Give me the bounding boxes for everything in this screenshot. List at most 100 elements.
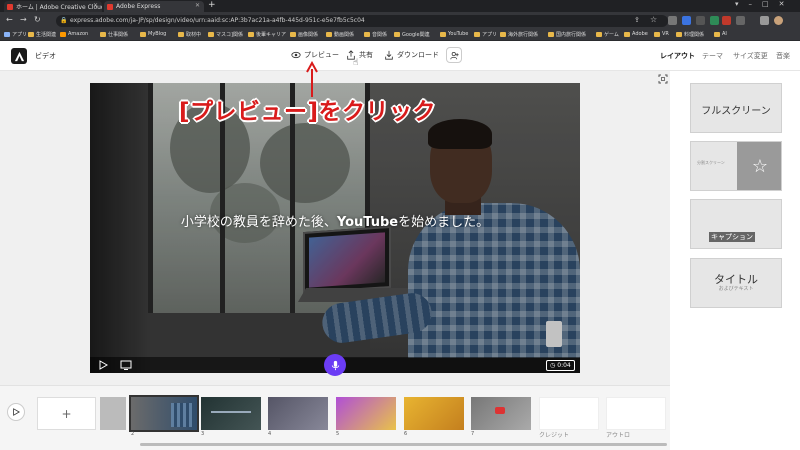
address-bar[interactable]: 🔒 express.adobe.com/ja-JP/sp/design/vide… [56,15,668,27]
star-icon: ☆ [737,142,781,190]
extension-icon[interactable] [696,16,705,25]
bookmark-item[interactable]: 国内旅行関係 [548,31,586,38]
preview-button[interactable]: プレビュー [291,50,339,60]
play-icon [13,408,20,416]
bookmark-item[interactable]: 音関係 [364,31,387,38]
tab-creative-cloud[interactable]: ホーム | Adobe Creative Cloud ✕ [4,1,102,12]
puzzle-icon[interactable] [736,16,745,25]
scene-thumbnail-3[interactable] [201,397,261,430]
callout-arrow-icon [306,61,318,97]
tab-adobe-express[interactable]: Adobe Express ✕ [104,1,204,12]
video-duration: ◷ 0:04 [546,360,575,371]
window-controls[interactable]: ▾–□✕ [735,0,795,8]
sidebar-icon[interactable] [760,16,769,25]
microphone-icon [331,360,339,370]
bookmark-item[interactable]: Adobe [624,31,648,37]
layout-split-screen[interactable]: 分割スクリーン ☆ [690,141,782,191]
outro-label: アウトロ [606,432,631,439]
download-button[interactable]: ダウンロード [384,50,439,60]
profile-avatar[interactable] [774,16,783,25]
scene-thumbnail-2[interactable] [129,395,199,432]
bookmark-item[interactable]: マスコ]関係 [208,31,243,38]
add-user-icon [449,51,459,59]
bookmark-item[interactable]: MyBlog [140,31,166,37]
fit-screen-icon[interactable] [658,74,668,84]
browser-toolbar: ← → ↻ 🔒 express.adobe.com/ja-JP/sp/desig… [0,12,800,30]
download-label: ダウンロード [397,51,439,59]
project-title[interactable]: ビデオ [35,51,56,61]
extension-icon[interactable] [682,16,691,25]
bookmark-item[interactable]: AI [714,31,727,37]
outro-thumbnail[interactable] [606,397,666,430]
share-label: 共有 [359,51,373,59]
extension-icon[interactable] [668,16,677,25]
reload-icon[interactable]: ↻ [34,15,41,24]
clock-icon: ◷ [550,362,556,369]
share-button[interactable]: 共有 [346,50,373,60]
share-page-icon[interactable]: ⇪ [634,16,640,24]
close-tab-icon[interactable]: ✕ [195,2,200,9]
tab-title: ホーム | Adobe Creative Cloud [16,4,102,11]
close-tab-icon[interactable]: ✕ [93,2,98,9]
scene-thumbnail-4[interactable] [268,397,328,430]
scene-number: 3 [201,431,205,437]
scene-number: 4 [268,431,272,437]
bookmark-item[interactable]: Google関連 [394,31,430,38]
screen-icon[interactable] [120,360,132,370]
bookmark-item[interactable]: 海外旅行関係 [500,31,538,38]
video-preview[interactable]: 小学校の教員を辞めた後、YouTubeを始めました。 [90,83,580,373]
bookmark-item[interactable]: 後輩キャリア [248,31,286,38]
extension-icon[interactable] [710,16,719,25]
eye-icon [291,51,301,59]
adobe-express-logo-icon[interactable] [11,48,27,64]
extension-icon[interactable] [722,16,731,25]
bookmark-item[interactable]: アプリ [474,31,497,38]
play-icon[interactable] [98,360,108,370]
url-text: express.adobe.com/ja-JP/sp/design/video/… [70,17,365,24]
mouse-cursor-icon: ☝ [353,58,359,68]
layout-fullscreen[interactable]: フルスクリーン [690,83,782,133]
new-tab-button[interactable]: + [208,0,216,10]
scene-thumbnail-7[interactable] [471,397,531,430]
scene-number: 2 [131,431,135,437]
bookmark-item[interactable]: 画像関係 [290,31,318,38]
tab-layout[interactable]: レイアウト [660,51,695,61]
bookmark-item[interactable]: 生活関連 [28,31,56,38]
back-icon[interactable]: ← [6,15,13,24]
play-all-button[interactable] [7,403,25,421]
preview-label: プレビュー [304,51,339,59]
scene-thumbnail-1[interactable] [100,397,126,430]
forward-icon[interactable]: → [20,15,27,24]
bookmark-item[interactable]: 料理関係 [676,31,704,38]
bookmark-item[interactable]: 仕事関係 [100,31,128,38]
tab-title: Adobe Express [116,3,161,10]
credit-label: クレジット [539,432,570,439]
credit-thumbnail[interactable] [539,397,599,430]
tab-theme[interactable]: テーマ [702,51,723,61]
record-mic-button[interactable] [324,354,346,376]
bookmark-item[interactable]: ゲーム [596,31,619,38]
bookmark-item[interactable]: YouTube [440,31,468,37]
invite-user-button[interactable] [446,47,462,63]
bookmark-item[interactable]: 取材中 [178,31,201,38]
bookmark-item[interactable]: アプリ [4,31,27,38]
scene-thumbnail-5[interactable] [336,397,396,430]
adobe-cc-favicon-icon [7,3,13,10]
tab-resize[interactable]: サイズ変更 [733,51,768,61]
video-caption[interactable]: 小学校の教員を辞めた後、YouTubeを始めました。 [90,211,580,230]
scene-number: 7 [471,431,475,437]
scene-thumbnail-6[interactable] [404,397,464,430]
bookmark-item[interactable]: 動画関係 [326,31,354,38]
adobe-express-favicon-icon [107,3,113,10]
bookmark-item[interactable]: VR [654,31,669,37]
app-header: ビデオ プレビュー 共有 ダウンロード レイアウト テーマ サイズ変更 音楽 [0,41,800,71]
layout-caption[interactable]: キャプション [690,199,782,249]
tab-music[interactable]: 音楽 [776,51,790,61]
scene-number: 6 [404,431,408,437]
add-scene-button[interactable]: + [37,397,96,430]
timeline-scrollbar[interactable] [140,443,667,446]
bookmark-item[interactable]: Amazon [60,31,88,37]
bookmark-star-icon[interactable]: ☆ [650,15,657,24]
layout-title[interactable]: タイトル およびテキスト [690,258,782,308]
browser-tab-bar: ホーム | Adobe Creative Cloud ✕ Adobe Expre… [0,0,800,12]
